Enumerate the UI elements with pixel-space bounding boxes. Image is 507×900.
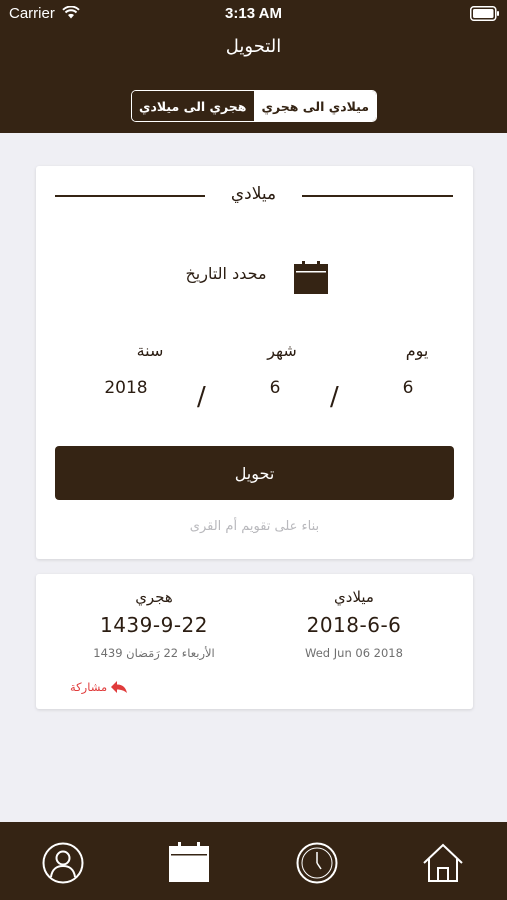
hijri-to-gregorian-tab[interactable]: هجري الى ميلادي [132, 91, 255, 121]
gregorian-date: 2018-6-6 [306, 613, 402, 637]
conversion-mode-toggle[interactable]: هجري الى ميلادي ميلادي الى هجري [131, 90, 377, 122]
clock-icon[interactable] [296, 842, 338, 884]
profile-icon[interactable] [42, 842, 84, 884]
convert-button[interactable]: تحويل [55, 446, 454, 500]
status-time: 3:13 AM [225, 5, 282, 22]
battery-icon [470, 6, 499, 21]
gregorian-label: ميلادي [334, 588, 374, 606]
hijri-day-text: الأربعاء 22 رَمَضان 1439 [93, 646, 215, 660]
result-card: ميلادي 2018-6-6 Wed Jun 06 2018 هجري 143… [36, 574, 473, 709]
month-label: شهر [267, 341, 297, 360]
page-title: التحويل [225, 36, 282, 57]
date-separator: / [330, 382, 339, 412]
month-field[interactable]: 6 [245, 378, 305, 398]
year-label: سنة [136, 341, 164, 360]
share-button[interactable]: مشاركة [70, 680, 128, 694]
day-field[interactable]: 6 [378, 378, 438, 398]
date-picker-label: محدد التاريخ [185, 264, 267, 283]
converter-card: ميلادي محدد التاريخ سنة شهر يوم 2018 / 6… [36, 166, 473, 559]
home-icon[interactable] [422, 842, 464, 884]
calendar-icon[interactable] [294, 261, 328, 294]
day-label: يوم [405, 341, 429, 360]
gregorian-day-text: Wed Jun 06 2018 [305, 646, 403, 660]
calendar-tab-icon[interactable] [169, 842, 209, 882]
tab-bar [0, 822, 507, 900]
hijri-result: هجري 1439-9-22 الأربعاء 22 رَمَضان 1439 [69, 588, 239, 660]
share-label: مشاركة [70, 680, 108, 694]
date-separator: / [197, 382, 206, 412]
share-arrow-icon [111, 681, 128, 693]
calendar-note: بناء على تقويم أم القرى [189, 519, 320, 534]
section-title: ميلادي [230, 184, 277, 204]
year-field[interactable]: 2018 [96, 378, 156, 398]
gregorian-to-hijri-tab[interactable]: ميلادي الى هجري [254, 91, 376, 121]
header: Carrier 3:13 AM التحويل هجري الى ميلادي … [0, 0, 507, 133]
status-bar: Carrier 3:13 AM [0, 0, 507, 28]
hijri-label: هجري [135, 588, 173, 606]
hijri-date: 1439-9-22 [99, 613, 208, 637]
gregorian-result: ميلادي 2018-6-6 Wed Jun 06 2018 [269, 588, 439, 660]
divider [55, 195, 205, 197]
divider [302, 195, 453, 197]
